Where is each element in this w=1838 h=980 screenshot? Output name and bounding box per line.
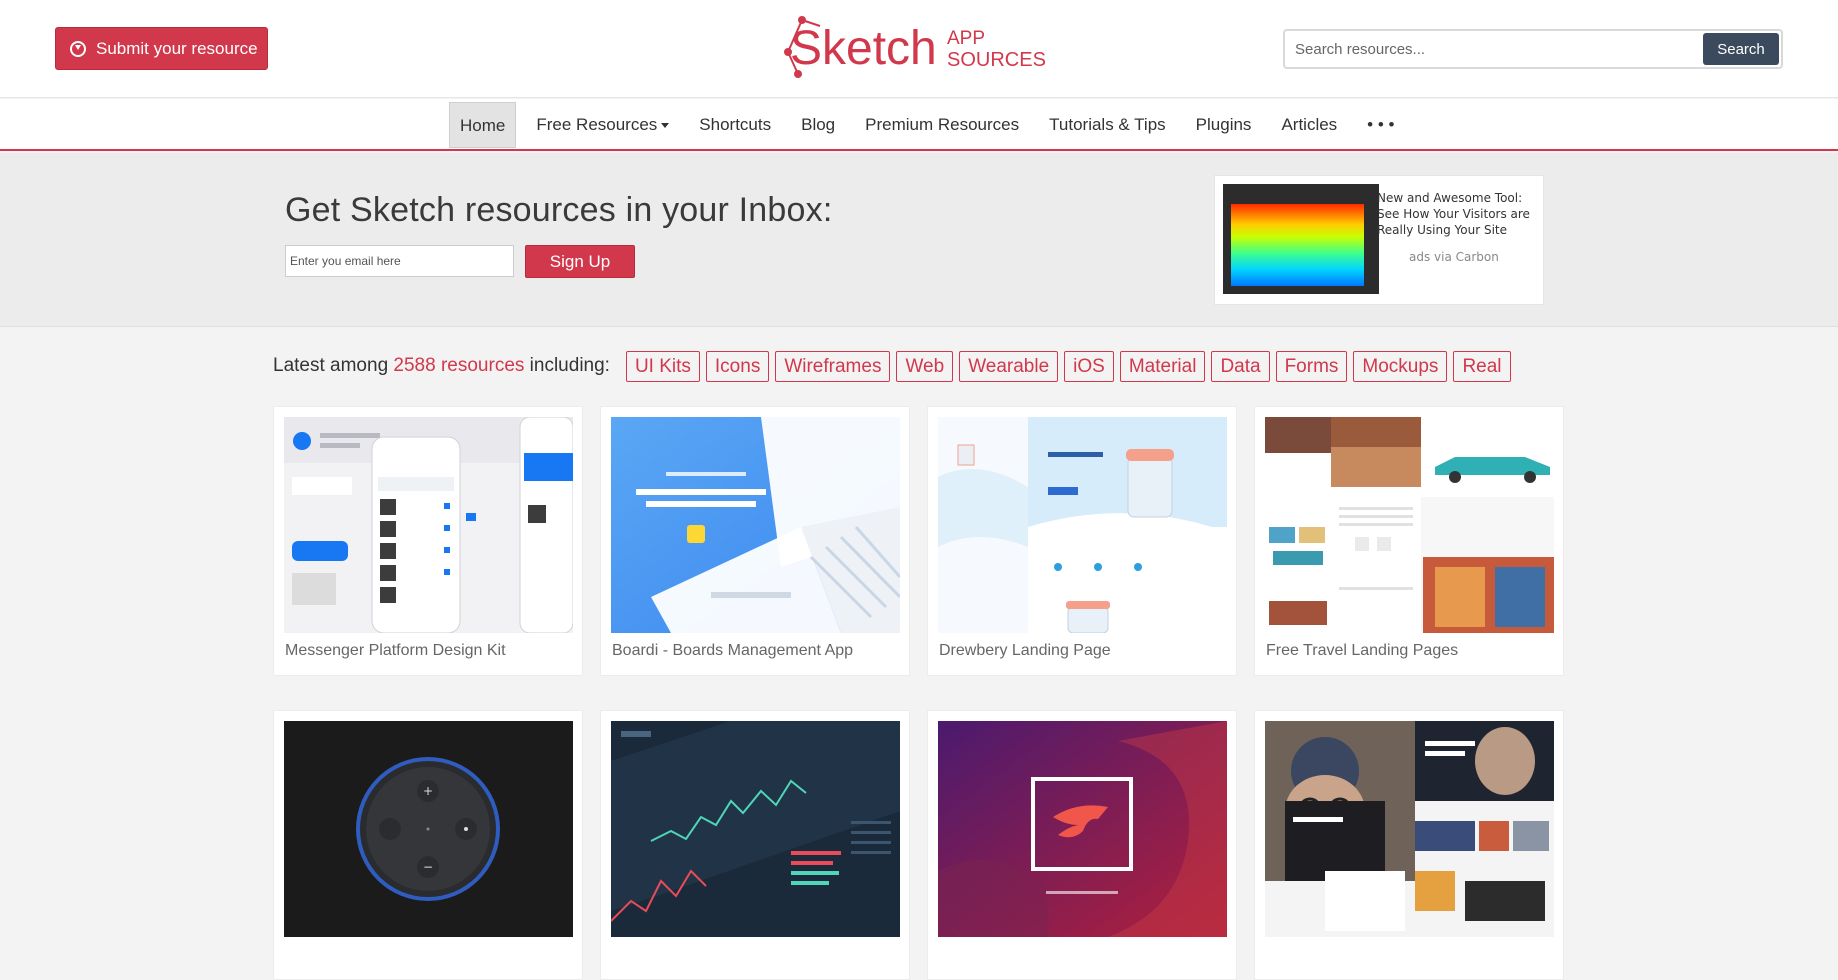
card-thumbnail[interactable]: + − [284, 721, 573, 937]
newsletter-title: Get Sketch resources in your Inbox: [285, 191, 833, 229]
tag-chip[interactable]: Web [896, 350, 954, 382]
carbon-ad[interactable]: New and Awesome Tool: See How Your Visit… [1214, 175, 1544, 305]
ad-image[interactable] [1223, 184, 1379, 294]
main-nav: Home Free Resources Shortcuts Blog Premium R… [0, 99, 1838, 151]
nav-item[interactable]: Blog [786, 102, 850, 148]
tag-chip[interactable]: Real [1453, 350, 1511, 382]
tag-chip[interactable]: UI Kits [625, 350, 700, 382]
nav-item[interactable]: Plugins [1181, 102, 1267, 148]
nav-item-label: Shortcuts [699, 115, 772, 134]
nav-list: Home Free Resources Shortcuts Blog Premium R… [449, 102, 1409, 148]
tag-chip[interactable]: Data [1211, 350, 1270, 382]
card-thumbnail[interactable] [284, 417, 573, 633]
card-title[interactable]: Drewbery Landing Page [939, 642, 1111, 660]
card-thumbnail[interactable] [611, 417, 900, 633]
tag-chip[interactable]: Material [1119, 350, 1206, 382]
tags-row: Latest among 2588 resources including: U… [273, 350, 1517, 382]
newsletter-band: Get Sketch resources in your Inbox: Sign… [0, 153, 1838, 327]
card-thumbnail[interactable] [938, 721, 1227, 937]
search-input[interactable] [1295, 31, 1675, 67]
resource-card[interactable] [600, 710, 910, 980]
nav-item[interactable]: Articles [1266, 102, 1352, 148]
card-title[interactable]: Free Travel Landing Pages [1266, 642, 1458, 660]
nav-item-label: Premium Resources [865, 115, 1020, 134]
nav-item[interactable]: Tutorials & Tips [1034, 102, 1181, 148]
logo-app-text: APP [947, 28, 985, 49]
nav-item-label: Tutorials & Tips [1049, 115, 1166, 134]
resource-count-link[interactable]: 2588 resources [393, 355, 524, 376]
nav-item-label: Free Resources [536, 115, 658, 134]
nav-item-label: Articles [1281, 115, 1338, 134]
tags-lead-before: Latest among [273, 355, 394, 376]
tag-chip[interactable]: Forms [1275, 350, 1348, 382]
search-box: Search [1283, 29, 1783, 69]
nav-item[interactable]: • • • [1352, 102, 1409, 148]
logo-sources-text: SOURCES [947, 49, 1046, 71]
logo-wordmark: Sketch [790, 22, 937, 75]
tag-list: UI Kits Icons Wireframes Web Wearable iOS Mate… [625, 350, 1517, 382]
nav-item[interactable]: Free Resources [521, 102, 684, 148]
tag-chip[interactable]: iOS [1064, 350, 1114, 382]
resource-card[interactable]: Messenger Platform Design Kit [273, 406, 583, 676]
card-thumbnail[interactable] [611, 721, 900, 937]
nav-item-label: Blog [801, 115, 836, 134]
nav-item-label: Home [460, 116, 506, 135]
tag-chip[interactable]: Icons [705, 350, 770, 382]
caret-down-icon [661, 123, 670, 129]
card-thumbnail[interactable] [938, 417, 1227, 633]
sign-up-button[interactable]: Sign Up [525, 245, 635, 278]
heatmap-preview [1231, 204, 1364, 286]
download-circle-icon [70, 40, 86, 57]
site-header: Submit your resource Sketch APP SOURCES … [0, 0, 1838, 98]
nav-item[interactable]: Premium Resources [850, 102, 1034, 148]
nav-item-label: • • • [1367, 115, 1395, 134]
search-button[interactable]: Search [1703, 33, 1779, 65]
nav-item-label: Plugins [1195, 115, 1252, 134]
email-field[interactable] [285, 245, 514, 277]
tag-chip[interactable]: Mockups [1353, 350, 1448, 382]
submit-resource-label: Submit your resource [96, 38, 258, 58]
card-title[interactable]: Boardi - Boards Management App [612, 642, 853, 660]
ad-via-carbon[interactable]: ads via Carbon [1409, 250, 1499, 264]
resource-card[interactable] [927, 710, 1237, 980]
ad-text[interactable]: New and Awesome Tool: See How Your Visit… [1377, 190, 1537, 238]
nav-item[interactable]: Home [449, 102, 517, 148]
card-thumbnail[interactable] [1265, 417, 1554, 633]
tags-lead: Latest among 2588 resources including: [273, 355, 610, 377]
svg-text:+: + [423, 784, 433, 798]
submit-resource-button[interactable]: Submit your resource [55, 27, 268, 70]
card-title[interactable]: Messenger Platform Design Kit [285, 642, 506, 660]
resource-card[interactable]: Free Travel Landing Pages [1254, 406, 1564, 676]
resource-card[interactable] [1254, 710, 1564, 980]
tags-lead-after: including: [524, 355, 610, 376]
card-thumbnail[interactable] [1265, 721, 1554, 937]
resource-card[interactable]: Boardi - Boards Management App [600, 406, 910, 676]
tag-chip[interactable]: Wearable [959, 350, 1059, 382]
nav-item[interactable]: Shortcuts [684, 102, 786, 148]
svg-text:−: − [423, 860, 433, 874]
tag-chip[interactable]: Wireframes [775, 350, 891, 382]
site-logo[interactable]: Sketch APP SOURCES [780, 12, 1060, 78]
resource-card[interactable]: Drewbery Landing Page [927, 406, 1237, 676]
resource-card[interactable]: + − [273, 710, 583, 980]
